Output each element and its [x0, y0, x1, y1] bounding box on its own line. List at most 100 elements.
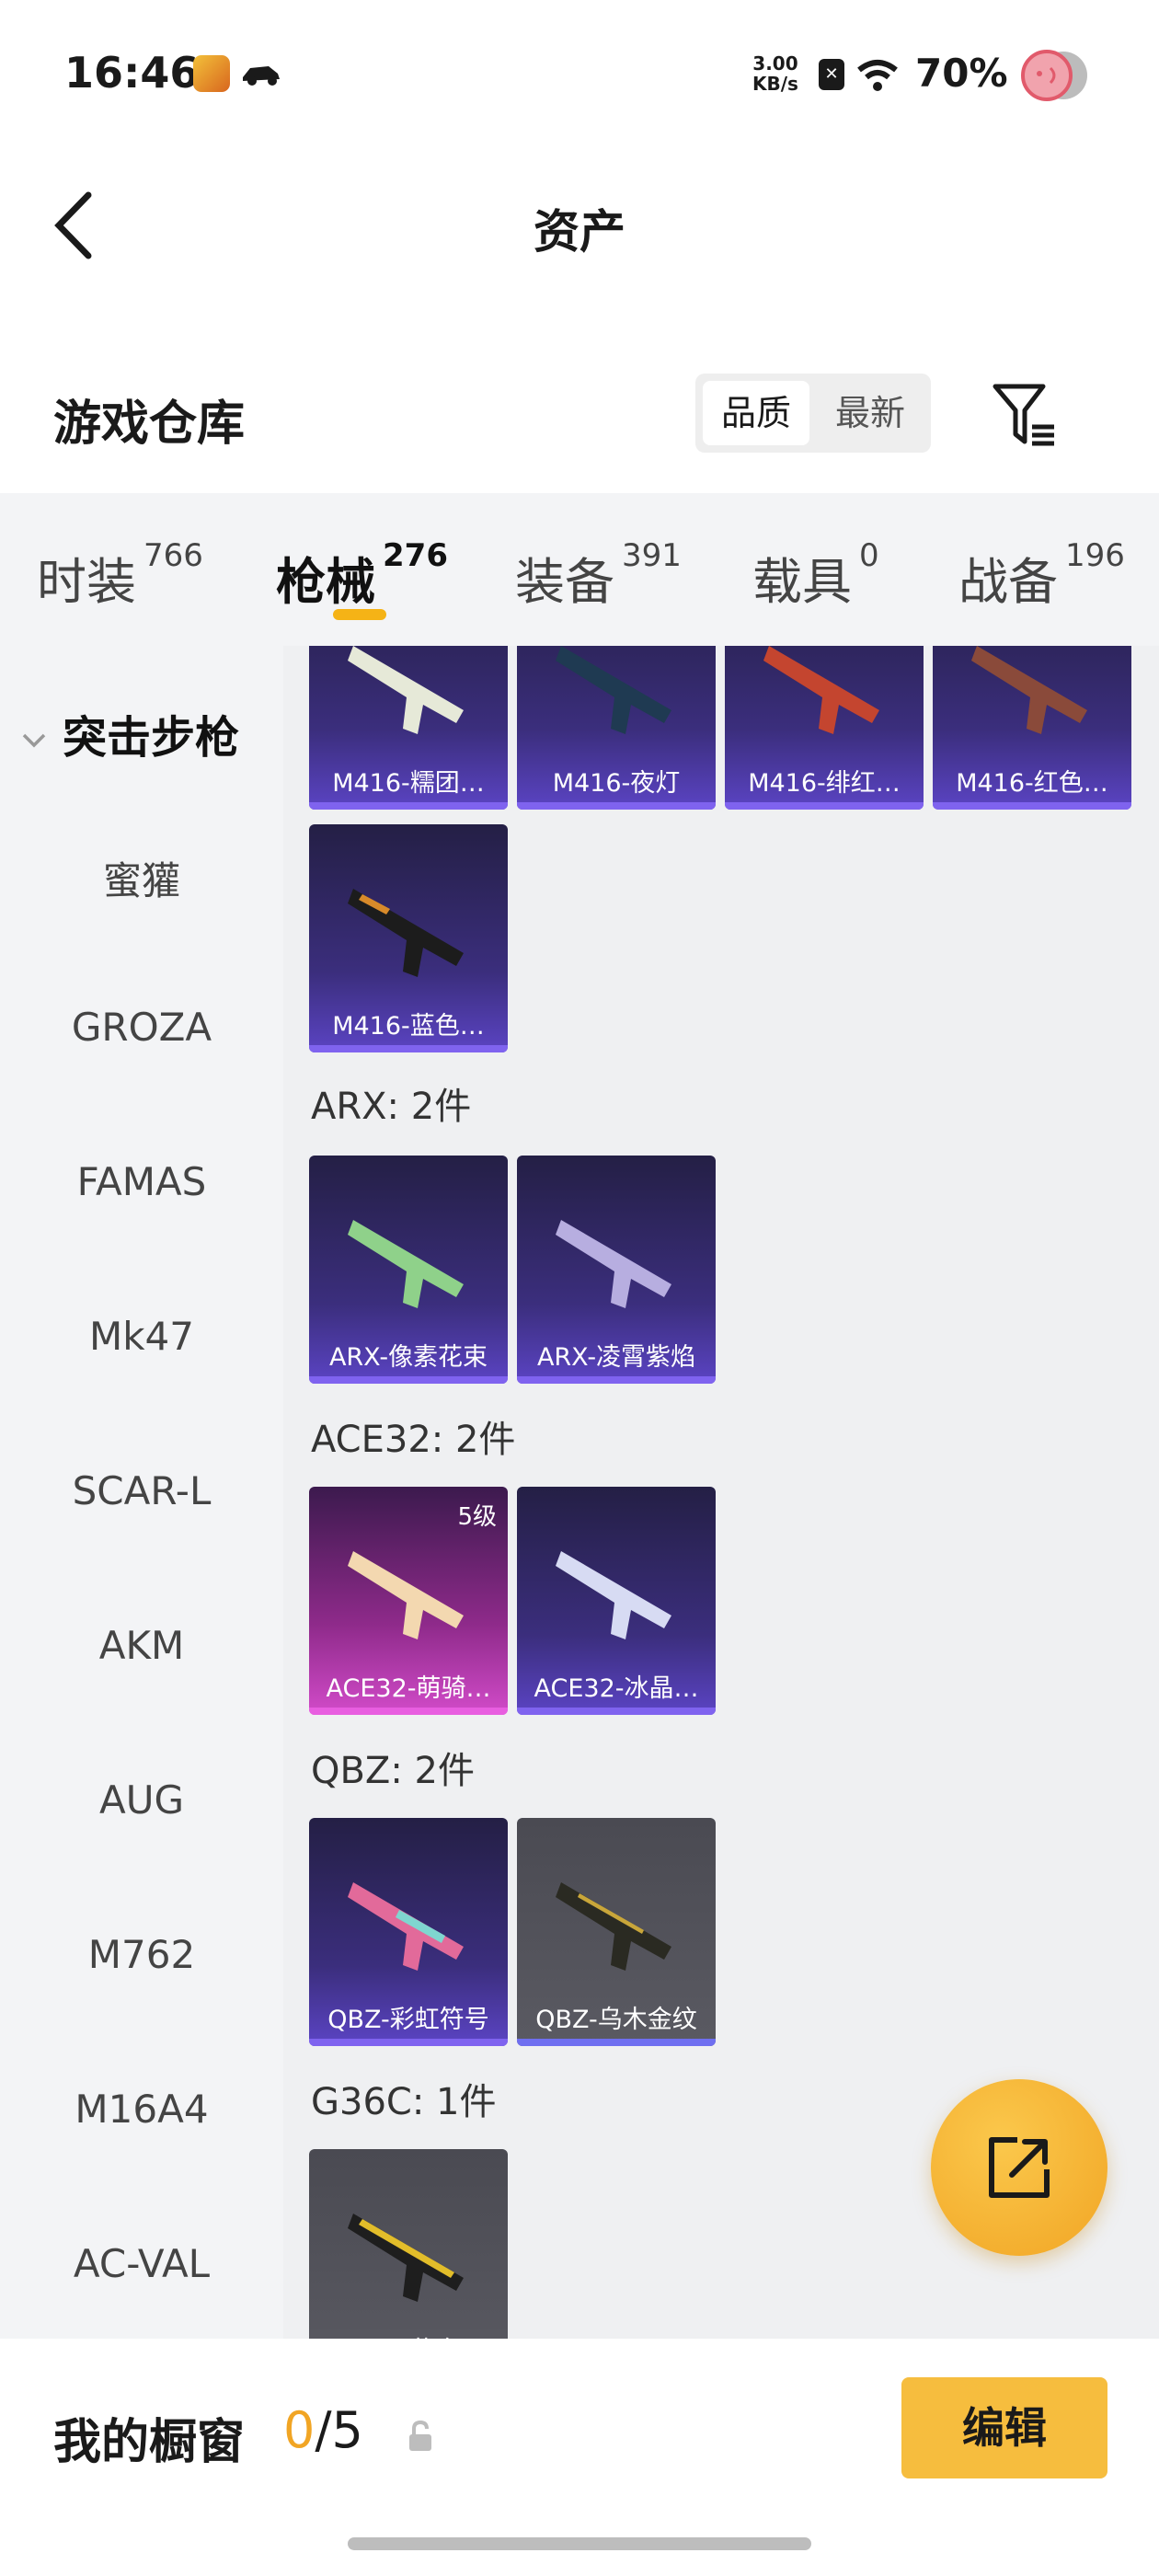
- tab-label: 枪械: [276, 553, 375, 611]
- tab-label: 装备: [515, 553, 614, 611]
- gun-skin-icon: [348, 1551, 464, 1639]
- game-notification-icon: [193, 55, 230, 92]
- tab-count: 0: [859, 537, 879, 574]
- tab-label: 战备: [958, 553, 1058, 611]
- edit-button[interactable]: 编辑: [901, 2377, 1107, 2478]
- weapon-card-name: G36C-黄金…: [309, 2330, 508, 2339]
- gun-skin-icon: [556, 1220, 671, 1308]
- weapon-card[interactable]: ARX-凌霄紫焰: [517, 1156, 716, 1384]
- weapon-group-label: G36C: 1件: [311, 2081, 497, 2123]
- tab-supplies[interactable]: 战备 196: [958, 537, 1125, 614]
- weapon-type-sidebar: 突击步枪 蜜獾 GROZA FAMAS Mk47 SCAR-L AKM AUG …: [0, 646, 283, 2339]
- filter-icon[interactable]: [990, 381, 1060, 451]
- network-speed: 3.00 KB/s: [752, 53, 798, 94]
- lock-icon: [409, 2420, 431, 2451]
- showcase-label: 我的橱窗: [53, 2415, 246, 2470]
- car-notification-icon: [243, 66, 280, 86]
- showcase-total: /5: [315, 2401, 363, 2459]
- tab-guns[interactable]: 枪械 276: [276, 537, 448, 614]
- tab-vehicles[interactable]: 载具 0: [752, 537, 879, 614]
- sidebar-item[interactable]: 蜜獾: [0, 850, 283, 906]
- gun-skin-icon: [556, 1882, 671, 1971]
- sidebar-item[interactable]: GROZA: [0, 1005, 283, 1050]
- gun-skin-icon: [556, 1551, 671, 1639]
- weapon-card-name: ACE32-萌骑…: [326, 1674, 491, 1703]
- weapon-card-name: ARX-像素花束: [328, 1343, 488, 1372]
- network-speed-value: 3.00: [752, 52, 798, 75]
- network-speed-unit: KB/s: [752, 73, 798, 95]
- weapon-card[interactable]: QBZ-彩虹符号: [309, 1818, 508, 2046]
- weapon-card-name: M416-糯团…: [332, 769, 485, 798]
- showcase-current: 0: [283, 2401, 316, 2459]
- tab-fashion[interactable]: 时装 766: [37, 537, 203, 614]
- showcase-count: 0/5: [283, 2401, 363, 2459]
- tab-label: 时装: [37, 553, 136, 611]
- sim-icon: ✕: [819, 59, 844, 90]
- home-indicator: [348, 2537, 811, 2550]
- weapon-card[interactable]: M416-夜灯: [517, 646, 716, 810]
- tab-label: 载具: [752, 553, 852, 611]
- weapon-group-label: ARX: 2件: [311, 1086, 472, 1128]
- weapon-card[interactable]: M416-糯团…: [309, 646, 508, 810]
- weapon-card[interactable]: ACE32-冰晶…: [517, 1487, 716, 1715]
- weapon-card-name: M416-夜灯: [552, 769, 681, 798]
- weapon-level-badge: 5级: [457, 1503, 497, 1531]
- tab-count: 391: [622, 537, 682, 574]
- sidebar-group-assault-rifles[interactable]: 突击步枪: [18, 701, 239, 765]
- tab-count: 276: [383, 537, 448, 574]
- pig-avatar-icon: [1021, 50, 1087, 101]
- weapon-card[interactable]: ARX-像素花束: [309, 1156, 508, 1384]
- weapon-card-name: ARX-凌霄紫焰: [536, 1343, 696, 1372]
- sidebar-item[interactable]: M16A4: [0, 2087, 283, 2132]
- gun-skin-icon: [348, 1220, 464, 1308]
- weapon-card-name: QBZ-彩虹符号: [327, 2006, 489, 2034]
- weapon-card-name: M416-绯红…: [748, 769, 901, 798]
- showcase-bar: 我的橱窗 0/5 编辑: [0, 2339, 1159, 2576]
- status-bar: 16:46 3.00 KB/s ✕ 70%: [0, 0, 1159, 138]
- sidebar-item[interactable]: Mk47: [0, 1314, 283, 1359]
- weapon-card[interactable]: M416-蓝色…: [309, 824, 508, 1052]
- sidebar-item[interactable]: AKM: [0, 1623, 283, 1668]
- share-external-icon: [989, 2137, 1050, 2198]
- tab-count: 196: [1065, 537, 1125, 574]
- gun-skin-icon: [348, 889, 464, 977]
- gun-skin-icon: [971, 646, 1087, 734]
- warehouse-title: 游戏仓库: [53, 397, 246, 452]
- sidebar-item[interactable]: AC-VAL: [0, 2241, 283, 2286]
- page-title: 资产: [534, 205, 625, 259]
- status-time: 16:46: [64, 48, 200, 98]
- weapon-card-name: M416-蓝色…: [332, 1012, 485, 1041]
- gun-skin-icon: [348, 2214, 464, 2302]
- share-button[interactable]: [931, 2079, 1107, 2256]
- gun-skin-icon: [348, 1882, 464, 1971]
- sidebar-item[interactable]: AUG: [0, 1777, 283, 1823]
- sidebar-item[interactable]: FAMAS: [0, 1159, 283, 1204]
- weapon-card-name: M416-红色…: [956, 769, 1108, 798]
- sidebar-item[interactable]: SCAR-L: [0, 1468, 283, 1513]
- tab-equipment[interactable]: 装备 391: [515, 537, 682, 614]
- weapon-group-label: QBZ: 2件: [311, 1750, 475, 1792]
- wifi-icon: [857, 60, 898, 91]
- gun-skin-icon: [763, 646, 879, 734]
- battery-level: 70%: [915, 51, 1008, 96]
- sort-latest-button[interactable]: 最新: [817, 381, 924, 445]
- sort-toggle: 品质 最新: [695, 374, 931, 453]
- tab-count: 766: [143, 537, 203, 574]
- weapon-card-name: QBZ-乌木金纹: [535, 2006, 697, 2034]
- gun-skin-icon: [556, 646, 671, 734]
- weapon-card[interactable]: QBZ-乌木金纹: [517, 1818, 716, 2046]
- weapon-card[interactable]: G36C-黄金…: [309, 2149, 508, 2339]
- chevron-down-icon: [22, 733, 46, 748]
- weapon-card[interactable]: M416-绯红…: [725, 646, 924, 810]
- category-tabs: 时装 766 枪械 276 装备 391 载具 0 战备 196: [0, 493, 1159, 646]
- weapon-group-label: ACE32: 2件: [311, 1419, 516, 1461]
- weapon-card-name: ACE32-冰晶…: [534, 1674, 699, 1703]
- weapon-card[interactable]: 5级 ACE32-萌骑…: [309, 1487, 508, 1715]
- app-screen: 16:46 3.00 KB/s ✕ 70% 资产 游戏仓库 品质 最新 时装 7…: [0, 0, 1159, 2576]
- gun-skin-icon: [348, 646, 464, 734]
- sort-quality-button[interactable]: 品质: [703, 381, 809, 445]
- sidebar-item[interactable]: M762: [0, 1932, 283, 1977]
- weapon-card[interactable]: M416-红色…: [933, 646, 1131, 810]
- sidebar-group-label: 突击步枪: [63, 712, 240, 764]
- active-tab-indicator: [333, 609, 386, 620]
